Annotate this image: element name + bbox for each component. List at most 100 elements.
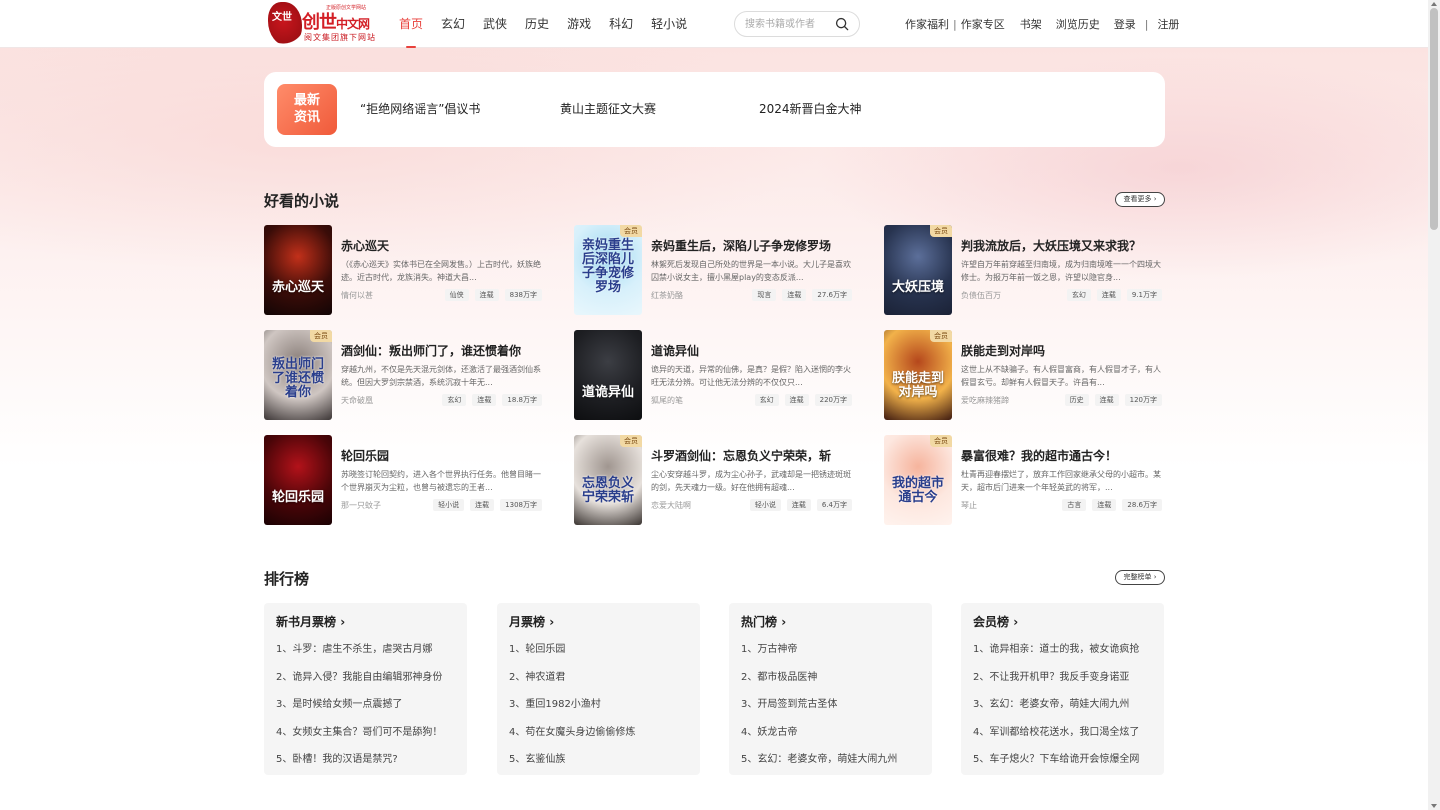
book-title[interactable]: 酒剑仙：叛出师门了，谁还惯着你 bbox=[341, 342, 541, 359]
rank-item[interactable]: 4、妖龙古帝 bbox=[741, 723, 927, 738]
rank-item[interactable]: 4、苟在女魔头身边偷偷修炼 bbox=[509, 723, 695, 738]
top-header: 文世 正版原创文学网站 创世中文网 阅文集团旗下网站 首页 玄幻 武侠 历史 游… bbox=[0, 0, 1428, 48]
news-item[interactable]: “拒绝网络谣言”倡议书 bbox=[360, 100, 480, 117]
site-logo[interactable]: 文世 正版原创文学网站 创世中文网 阅文集团旗下网站 bbox=[268, 2, 380, 46]
book-cover[interactable]: 叛出师门了谁还惯着你 会员 bbox=[264, 330, 332, 420]
cover-title: 轮回乐园 bbox=[271, 490, 324, 505]
book-card[interactable]: 轮回乐园 轮回乐园 苏晓签订轮回契约，进入各个世界执行任务。他曾目睹一个世界崩灭为尘… bbox=[264, 435, 542, 525]
book-tag: 连载 bbox=[472, 394, 497, 406]
rank-item[interactable]: 2、神农道君 bbox=[509, 668, 695, 683]
rank-item[interactable]: 3、玄幻：老婆女帝，萌娃大闹九州 bbox=[973, 695, 1159, 710]
book-card[interactable]: 赤心巡天 赤心巡天 （《赤心巡天》实体书已在全网发售。）上古时代，妖族绝迹。近古时代… bbox=[264, 225, 542, 315]
rank-list: 月票榜 › 1、轮回乐园 2、神农道君 3、重回1982小渔村 4、苟在女魔头身边偷偷修… bbox=[497, 603, 700, 775]
book-card[interactable]: 忘恩负义宁荣荣斩 会员 斗罗酒剑仙：忘恩负义宁荣荣，斩 尘心安穿越斗罗，成为尘心孙子，… bbox=[574, 435, 852, 525]
nav-scifi[interactable]: 科幻 bbox=[609, 0, 633, 48]
book-author[interactable]: 那一只蚊子 bbox=[341, 500, 381, 511]
full-rankings-button[interactable]: 完整榜单 › bbox=[1115, 570, 1165, 585]
book-cover[interactable]: 亲妈重生后深陷儿子争宠修罗场 会员 bbox=[574, 225, 642, 315]
book-cover[interactable]: 朕能走到对岸吗 会员 bbox=[884, 330, 952, 420]
history-link[interactable]: 浏览历史 bbox=[1056, 16, 1100, 32]
book-author[interactable]: 天命破凰 bbox=[341, 395, 373, 406]
book-author[interactable]: 情何以甚 bbox=[341, 290, 373, 301]
vip-badge: 会员 bbox=[620, 225, 642, 237]
scroll-down-icon[interactable] bbox=[1431, 804, 1437, 808]
rank-item[interactable]: 5、玄鉴仙族 bbox=[509, 750, 695, 765]
nav-xuanhuan[interactable]: 玄幻 bbox=[441, 0, 465, 48]
book-author[interactable]: 恋爱大陆啊 bbox=[651, 500, 691, 511]
book-card[interactable]: 我的超市通古今 会员 暴富很难？我的超市通古今！ 杜青再迎春摆烂了，放弃工作回家继承父… bbox=[884, 435, 1162, 525]
search-input[interactable] bbox=[745, 12, 835, 37]
book-card[interactable]: 亲妈重生后深陷儿子争宠修罗场 会员 亲妈重生后，深陷儿子争宠修罗场林絮死后发现自己所… bbox=[574, 225, 852, 315]
page-scrollbar[interactable] bbox=[1428, 0, 1440, 810]
book-cover[interactable]: 我的超市通古今 会员 bbox=[884, 435, 952, 525]
nav-game[interactable]: 游戏 bbox=[567, 0, 591, 48]
rank-item[interactable]: 4、军训都给校花送水，我口渴全炫了 bbox=[973, 723, 1159, 738]
rank-item[interactable]: 1、斗罗：虐生不杀生，虐哭古月娜 bbox=[276, 640, 462, 655]
book-tag: 历史 bbox=[1064, 394, 1089, 406]
book-author[interactable]: 爱吃麻辣猪蹄 bbox=[961, 395, 1009, 406]
view-more-button[interactable]: 查看更多 › bbox=[1115, 192, 1165, 207]
rank-list-title[interactable]: 热门榜 › bbox=[741, 613, 786, 630]
search-icon[interactable] bbox=[835, 17, 849, 31]
rank-item[interactable]: 3、开局签到荒古圣体 bbox=[741, 695, 927, 710]
book-card[interactable]: 大妖压境 会员 判我流放后，大妖压境又来求我？ 许望自万年前穿越至归南境，成为归南境唯… bbox=[884, 225, 1162, 315]
rank-item[interactable]: 1、轮回乐园 bbox=[509, 640, 695, 655]
book-tags: 仙侠 连载 838万字 bbox=[439, 289, 542, 301]
rank-item[interactable]: 4、女频女主集合？哥们可不是舔狗！ bbox=[276, 723, 462, 738]
vip-badge: 会员 bbox=[930, 330, 952, 342]
book-author[interactable]: 狐尾的笔 bbox=[651, 395, 683, 406]
book-tag: 古言 bbox=[1062, 499, 1087, 511]
nav-history[interactable]: 历史 bbox=[525, 0, 549, 48]
rank-item[interactable]: 5、车子熄火？下车给诡开会惊爆全网 bbox=[973, 750, 1159, 765]
rank-item[interactable]: 5、卧槽！我的汉语是禁咒? bbox=[276, 750, 462, 765]
book-description: 诡异的天道，异常的仙佛，是真？是假？陷入迷惘的李火旺无法分辨。可让他无法分辨的不… bbox=[651, 365, 851, 387]
book-author[interactable]: 红茶奶酪 bbox=[651, 290, 683, 301]
book-cover[interactable]: 轮回乐园 bbox=[264, 435, 332, 525]
rank-list-title[interactable]: 月票榜 › bbox=[509, 613, 554, 630]
book-title[interactable]: 判我流放后，大妖压境又来求我？ bbox=[961, 237, 1161, 254]
book-title[interactable]: 斗罗酒剑仙：忘恩负义宁荣荣，斩 bbox=[651, 447, 851, 464]
author-welfare-link[interactable]: 作家福利 bbox=[905, 16, 949, 32]
author-zone-link[interactable]: 作家专区 bbox=[961, 16, 1005, 32]
nav-wuxia[interactable]: 武侠 bbox=[483, 0, 507, 48]
login-link[interactable]: 登录 bbox=[1114, 16, 1136, 32]
book-title[interactable]: 朕能走到对岸吗 bbox=[961, 342, 1161, 359]
news-item[interactable]: 2024新晋白金大神 bbox=[759, 100, 862, 117]
scroll-thumb[interactable] bbox=[1430, 8, 1438, 230]
register-link[interactable]: 注册 bbox=[1157, 16, 1179, 32]
book-card[interactable]: 道诡异仙 道诡异仙 诡异的天道，异常的仙佛，是真？是假？陷入迷惘的李火旺无法分辨。可… bbox=[574, 330, 852, 420]
rank-list-title[interactable]: 新书月票榜 › bbox=[276, 613, 345, 630]
book-author[interactable]: 负债伍百万 bbox=[961, 290, 1001, 301]
bookshelf-link[interactable]: 书架 bbox=[1020, 16, 1042, 32]
rank-item[interactable]: 2、诡异入侵？我能自由编辑邪神身份 bbox=[276, 668, 462, 683]
rank-item[interactable]: 1、诡异相亲：道士的我，被女诡疯抢 bbox=[973, 640, 1159, 655]
scroll-up-icon[interactable] bbox=[1431, 2, 1437, 6]
book-cover[interactable]: 忘恩负义宁荣荣斩 会员 bbox=[574, 435, 642, 525]
book-author[interactable]: 琴止 bbox=[961, 500, 977, 511]
book-title[interactable]: 暴富很难？我的超市通古今！ bbox=[961, 447, 1161, 464]
cover-title: 赤心巡天 bbox=[271, 280, 324, 295]
news-item[interactable]: 黄山主题征文大赛 bbox=[560, 100, 656, 117]
rank-item[interactable]: 3、重回1982小渔村 bbox=[509, 695, 695, 710]
book-title[interactable]: 赤心巡天 bbox=[341, 237, 541, 254]
book-cover[interactable]: 赤心巡天 bbox=[264, 225, 332, 315]
rank-list-title[interactable]: 会员榜 › bbox=[973, 613, 1018, 630]
nav-home[interactable]: 首页 bbox=[399, 0, 423, 48]
logo-subtitle: 阅文集团旗下网站 bbox=[304, 33, 376, 42]
book-title[interactable]: 亲妈重生后，深陷儿子争宠修罗场 bbox=[651, 237, 851, 254]
book-tags: 古言 连载 28.6万字 bbox=[1056, 499, 1162, 511]
book-cover[interactable]: 道诡异仙 bbox=[574, 330, 642, 420]
rank-item[interactable]: 1、万古神帝 bbox=[741, 640, 927, 655]
book-card[interactable]: 朕能走到对岸吗 会员 朕能走到对岸吗 这世上从不缺骗子。有人假冒富商，有人假冒才子，有… bbox=[884, 330, 1162, 420]
book-card[interactable]: 叛出师门了谁还惯着你 会员 酒剑仙：叛出师门了，谁还惯着你 穿越九州，不仅是先天混元剑… bbox=[264, 330, 542, 420]
book-title[interactable]: 道诡异仙 bbox=[651, 342, 851, 359]
book-title[interactable]: 轮回乐园 bbox=[341, 447, 541, 464]
book-description: 林絮死后发现自己所处的世界是一本小说。大儿子是喜欢囚禁小说女主，擅小黑屋play… bbox=[651, 260, 851, 282]
book-cover[interactable]: 大妖压境 会员 bbox=[884, 225, 952, 315]
chevron-right-icon: › bbox=[545, 615, 555, 629]
rank-item[interactable]: 2、都市极品医神 bbox=[741, 668, 927, 683]
nav-light-novel[interactable]: 轻小说 bbox=[651, 0, 687, 48]
rank-item[interactable]: 2、不让我开机甲？我反手变身诺亚 bbox=[973, 668, 1159, 683]
rank-item[interactable]: 3、是时候给女频一点震撼了 bbox=[276, 695, 462, 710]
rank-item[interactable]: 5、玄幻：老婆女帝，萌娃大闹九州 bbox=[741, 750, 927, 765]
